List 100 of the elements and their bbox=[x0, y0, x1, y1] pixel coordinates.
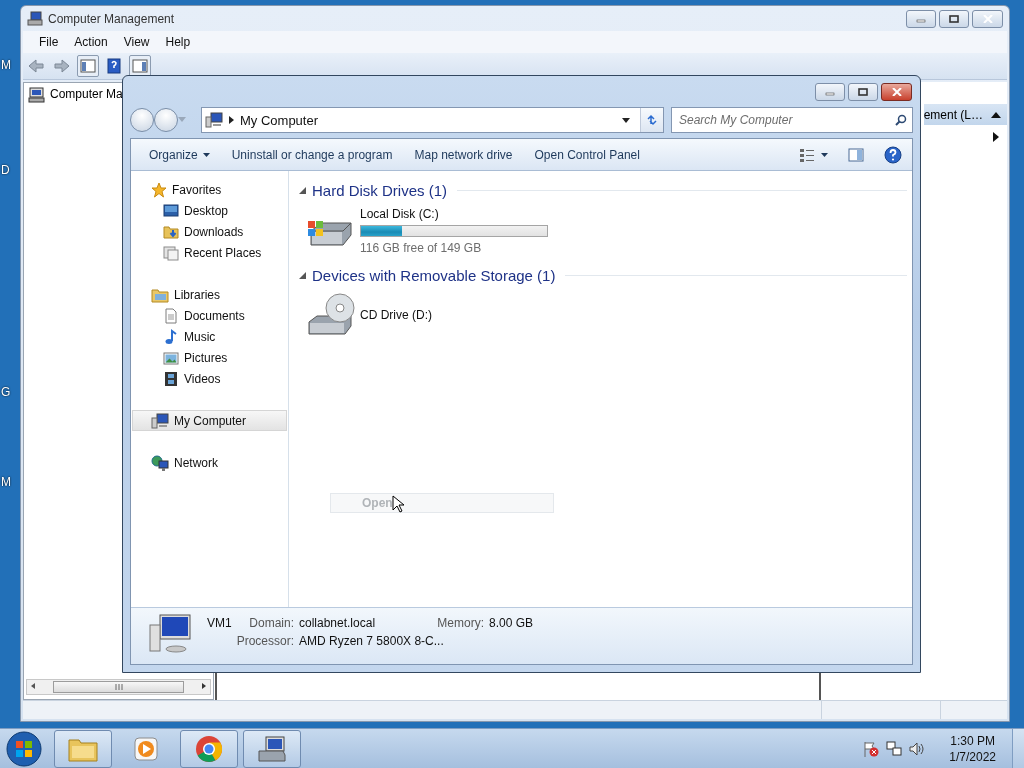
back-button[interactable] bbox=[130, 108, 154, 132]
computer-icon bbox=[28, 87, 45, 103]
computer-icon bbox=[205, 112, 223, 128]
search-icon bbox=[895, 114, 907, 126]
minimize-button[interactable] bbox=[815, 82, 845, 101]
taskbar-button[interactable] bbox=[54, 729, 112, 768]
menu-item[interactable]: Help bbox=[157, 35, 199, 49]
window-title: Computer Management bbox=[48, 11, 176, 26]
show-desktop-button[interactable] bbox=[1012, 728, 1024, 768]
nav-item[interactable]: My Computer bbox=[132, 410, 287, 431]
flag-alert-icon[interactable] bbox=[863, 740, 880, 757]
collapse-arrow-icon bbox=[991, 111, 1001, 118]
taskbar-button[interactable] bbox=[180, 729, 238, 768]
command-button[interactable]: Map network drive bbox=[406, 142, 521, 167]
network-icon bbox=[151, 454, 169, 471]
forward-button[interactable] bbox=[154, 108, 178, 132]
recent-pages-caret-icon bbox=[178, 117, 186, 123]
free-space-text: 116 GB free of 149 GB bbox=[360, 241, 483, 255]
computer-name: VM1 bbox=[207, 615, 233, 632]
nav-item[interactable]: Videos bbox=[132, 368, 287, 389]
maximize-button[interactable] bbox=[848, 82, 878, 101]
recent-places-icon bbox=[163, 244, 179, 261]
desktop-icon-label[interactable]: D bbox=[1, 163, 10, 177]
actions-header-text: ement (L… bbox=[923, 107, 983, 122]
cd-drive-icon bbox=[307, 292, 355, 338]
breadcrumb-arrow-icon bbox=[229, 116, 234, 124]
field-value: AMD Ryzen 7 5800X 8-C... bbox=[299, 633, 445, 650]
nav-item[interactable]: Downloads bbox=[132, 221, 287, 242]
search-field[interactable]: Search My Computer bbox=[671, 107, 913, 133]
help-book-icon bbox=[107, 58, 121, 74]
pane-icon bbox=[132, 59, 148, 73]
command-button[interactable]: Open Control Panel bbox=[526, 142, 648, 167]
close-icon bbox=[982, 14, 993, 23]
help-icon bbox=[884, 145, 902, 164]
maximize-icon bbox=[949, 14, 959, 23]
menu-item[interactable]: View bbox=[115, 35, 158, 49]
preview-pane-icon bbox=[848, 147, 864, 162]
nav-item[interactable]: Desktop bbox=[132, 200, 287, 221]
actions-header[interactable]: ement (L… bbox=[923, 104, 1007, 125]
show-hide-tree-button[interactable] bbox=[77, 55, 99, 77]
desktop-icon-label[interactable]: M bbox=[1, 58, 11, 72]
drive-item[interactable]: CD Drive (D:) bbox=[307, 290, 567, 340]
expand-arrow-icon bbox=[993, 132, 999, 142]
group-header[interactable]: Devices with Removable Storage (1) bbox=[312, 266, 556, 284]
library-icon bbox=[151, 286, 169, 303]
close-button[interactable] bbox=[881, 82, 912, 101]
network-status-icon[interactable] bbox=[886, 740, 903, 757]
horizontal-scrollbar[interactable] bbox=[26, 679, 211, 695]
field-label: Memory: bbox=[437, 615, 484, 632]
clock[interactable]: 1:30 PM 1/7/2022 bbox=[949, 732, 996, 765]
picture-icon bbox=[163, 349, 179, 366]
computer-icon bbox=[151, 412, 169, 429]
drive-item[interactable]: Local Disk (C:) 116 GB free of 149 GB bbox=[307, 205, 567, 257]
views-icon bbox=[799, 147, 815, 162]
nav-item[interactable]: Recent Places bbox=[132, 242, 287, 263]
menu-item[interactable]: Action bbox=[66, 35, 116, 49]
nav-item[interactable]: Network bbox=[132, 452, 287, 473]
nav-item[interactable]: Favorites bbox=[132, 179, 287, 200]
nav-item[interactable]: Documents bbox=[132, 305, 287, 326]
drive-name: CD Drive (D:) bbox=[360, 308, 432, 322]
desktop-icon-label[interactable]: G bbox=[1, 385, 11, 399]
speaker-icon[interactable] bbox=[909, 740, 926, 757]
desktop-icon-label[interactable]: M bbox=[1, 475, 11, 489]
show-hide-action-pane-button[interactable] bbox=[129, 55, 151, 77]
field-value: collabnet.local bbox=[299, 615, 377, 632]
grip-icon bbox=[114, 684, 123, 690]
nav-item[interactable]: Pictures bbox=[132, 347, 287, 368]
refresh-button[interactable] bbox=[640, 108, 663, 132]
document-icon bbox=[163, 307, 179, 324]
nav-item[interactable]: Music bbox=[132, 326, 287, 347]
maximize-button[interactable] bbox=[939, 9, 969, 28]
tree-item[interactable]: Computer Ma bbox=[50, 87, 123, 101]
command-button[interactable]: Organize bbox=[141, 142, 218, 167]
command-button[interactable]: Uninstall or change a program bbox=[223, 142, 401, 167]
close-icon bbox=[891, 87, 902, 96]
field-label: Processor: bbox=[236, 633, 294, 650]
management-icon bbox=[257, 734, 287, 763]
dropdown-caret-icon bbox=[821, 152, 828, 157]
drive-name: Local Disk (C:) bbox=[360, 207, 440, 221]
media-player-icon bbox=[133, 735, 159, 762]
dropdown-caret-icon bbox=[622, 117, 630, 123]
minimize-button[interactable] bbox=[906, 9, 936, 28]
management-icon bbox=[27, 10, 43, 27]
browser-icon bbox=[195, 734, 223, 763]
folder-arrow-icon bbox=[163, 223, 179, 240]
pane-icon bbox=[80, 59, 96, 73]
mouse-pointer-icon bbox=[392, 495, 404, 513]
music-note-icon bbox=[163, 328, 179, 345]
nav-item[interactable]: Libraries bbox=[132, 284, 287, 305]
start-button[interactable] bbox=[4, 728, 44, 768]
monitor-icon bbox=[163, 202, 179, 219]
field-value: 8.00 GB bbox=[489, 615, 534, 632]
collapse-triangle-icon bbox=[299, 186, 306, 194]
field-label: Domain: bbox=[249, 615, 294, 632]
start-orb-icon bbox=[6, 730, 42, 767]
address-bar[interactable]: My Computer bbox=[201, 107, 664, 133]
taskbar-button[interactable] bbox=[243, 729, 301, 768]
menu-item[interactable]: File bbox=[31, 35, 67, 49]
group-header[interactable]: Hard Disk Drives (1) bbox=[312, 181, 447, 199]
dropdown-caret-icon bbox=[202, 152, 210, 157]
